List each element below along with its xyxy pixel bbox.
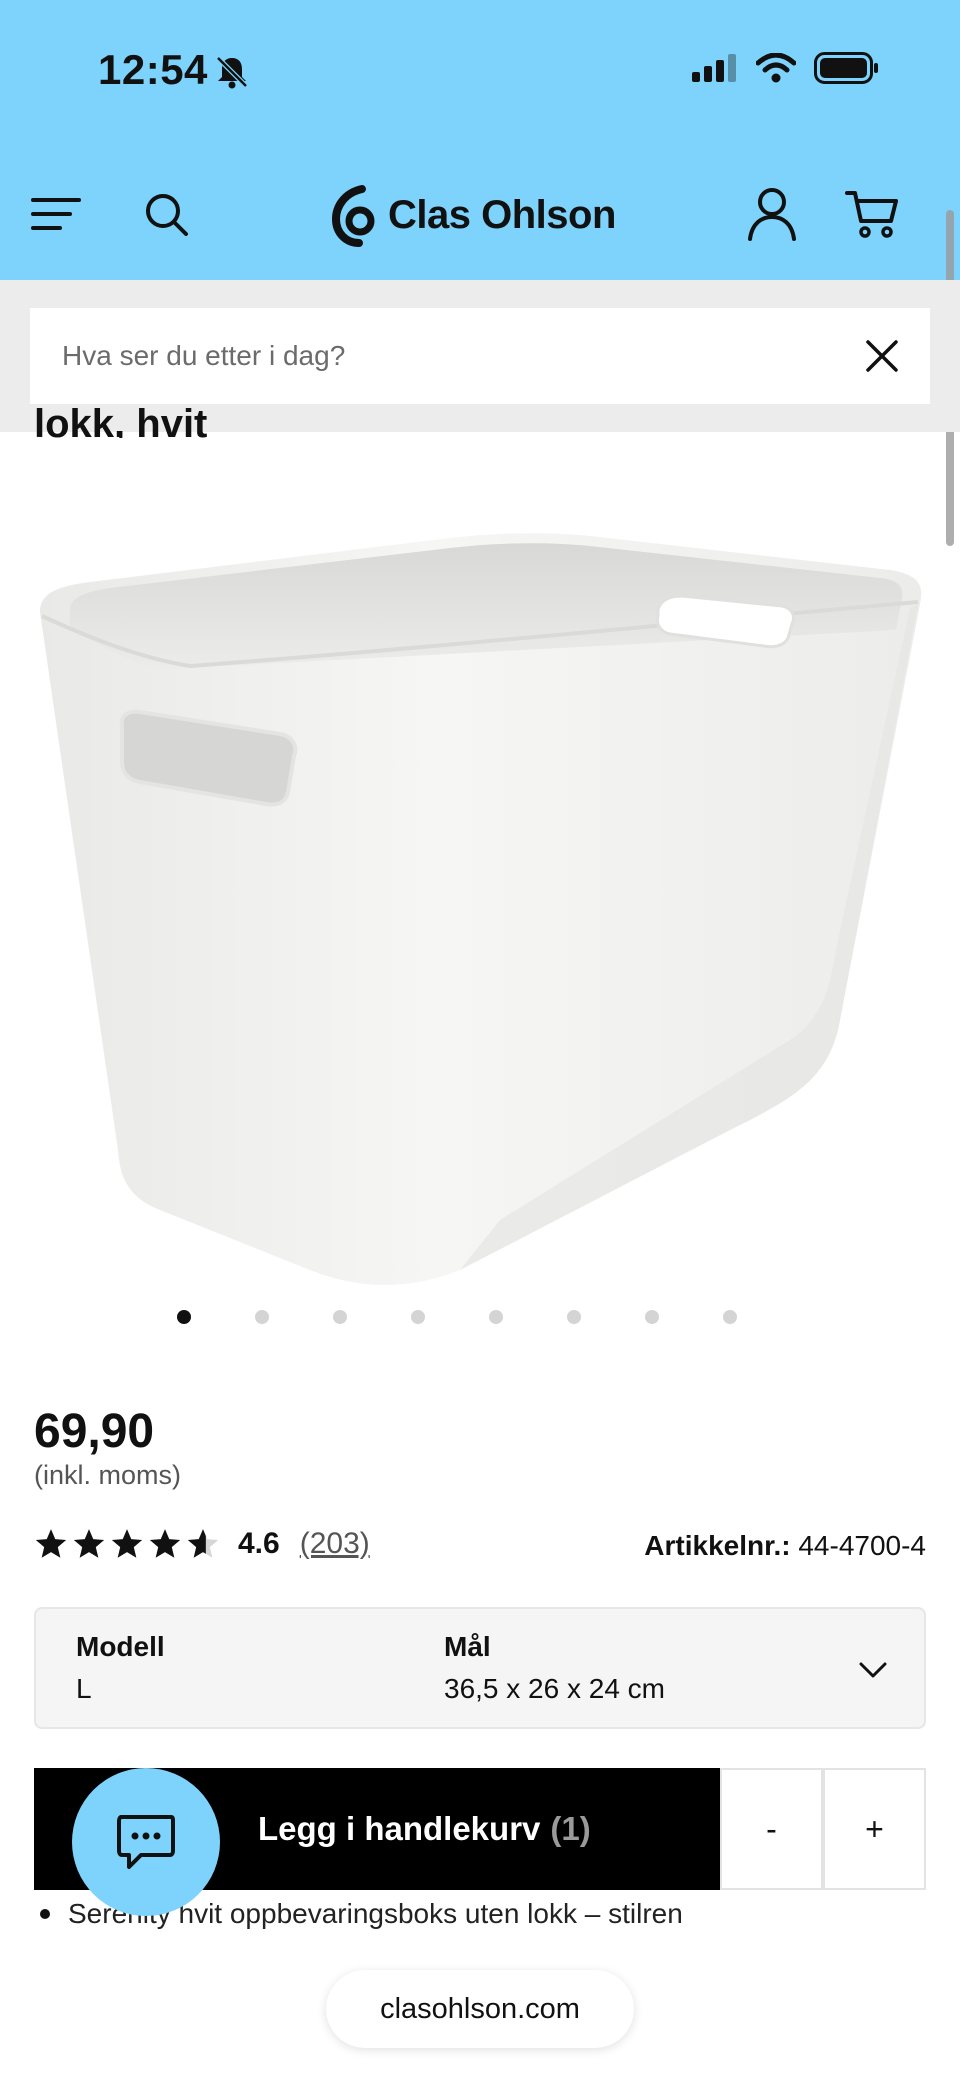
status-time: 12:54: [98, 46, 208, 93]
product-price: 69,90: [34, 1405, 155, 1458]
cart-icon[interactable]: [842, 184, 902, 244]
variant-model-value: L: [76, 1673, 92, 1704]
add-to-cart-label: Legg i handlekurv: [258, 1810, 541, 1847]
gallery-dot[interactable]: [411, 1310, 425, 1324]
bullet-dot: [40, 1909, 50, 1919]
rating-stars: [34, 1527, 220, 1561]
product-image[interactable]: [30, 520, 930, 1300]
cart-quantity: (1): [550, 1810, 591, 1847]
product-rating: 4.6 (203): [34, 1522, 370, 1566]
chat-icon: [117, 1815, 175, 1869]
variant-model-label: Modell: [76, 1631, 165, 1662]
gallery-dot[interactable]: [489, 1310, 503, 1324]
star-icon: [35, 1529, 67, 1558]
article-number: Artikkelnr.: 44-4700-4: [644, 1530, 926, 1562]
variant-selector[interactable]: Modell L Mål 36,5 x 26 x 24 cm: [34, 1607, 926, 1729]
account-icon[interactable]: [742, 184, 802, 244]
star-half-icon: [187, 1529, 219, 1558]
search-icon[interactable]: [136, 184, 196, 244]
gallery-dot[interactable]: [645, 1310, 659, 1324]
brand-logo-icon: [332, 185, 375, 247]
bell-off-icon: [216, 56, 248, 89]
product-title: lokk, hvit: [34, 402, 208, 438]
site-header: Clas Ohlson: [0, 150, 960, 280]
variant-model: Modell L: [76, 1631, 165, 1705]
signal-icon: [692, 54, 736, 82]
brand-name: Clas Ohlson: [388, 192, 616, 237]
article-number-value: 44-4700-4: [798, 1530, 926, 1561]
gallery-dot[interactable]: [333, 1310, 347, 1324]
battery-icon: [814, 52, 878, 84]
gallery-dot[interactable]: [723, 1310, 737, 1324]
gallery-dot[interactable]: [567, 1310, 581, 1324]
increase-quantity-button[interactable]: +: [823, 1768, 926, 1890]
variant-size-label: Mål: [444, 1631, 491, 1662]
rating-value: 4.6: [238, 1527, 280, 1560]
chat-button[interactable]: [72, 1768, 220, 1916]
variant-size: Mål 36,5 x 26 x 24 cm: [444, 1631, 665, 1705]
status-indicators: [692, 52, 880, 84]
decrease-quantity-button[interactable]: -: [720, 1768, 823, 1890]
star-icon: [73, 1529, 105, 1558]
browser-address-bar[interactable]: clasohlson.com: [326, 1970, 634, 2048]
star-icon: [149, 1529, 181, 1558]
article-number-label: Artikkelnr.:: [644, 1530, 791, 1561]
menu-icon[interactable]: [26, 184, 86, 244]
status-bar: 12:54: [0, 0, 960, 150]
close-icon[interactable]: [862, 336, 902, 376]
chevron-down-icon[interactable]: [856, 1653, 890, 1687]
gallery-dot[interactable]: [255, 1310, 269, 1324]
search-input[interactable]: [62, 340, 842, 372]
gallery-dot[interactable]: [177, 1310, 191, 1324]
wifi-icon: [756, 53, 796, 83]
variant-size-value: 36,5 x 26 x 24 cm: [444, 1673, 666, 1704]
star-icon: [111, 1529, 143, 1558]
search-box: [30, 308, 930, 404]
price-vat-note: (inkl. moms): [34, 1460, 181, 1490]
review-count-link[interactable]: (203): [300, 1527, 370, 1561]
brand-logo[interactable]: Clas Ohlson: [332, 180, 616, 250]
gallery-pagination: [0, 1310, 960, 1330]
